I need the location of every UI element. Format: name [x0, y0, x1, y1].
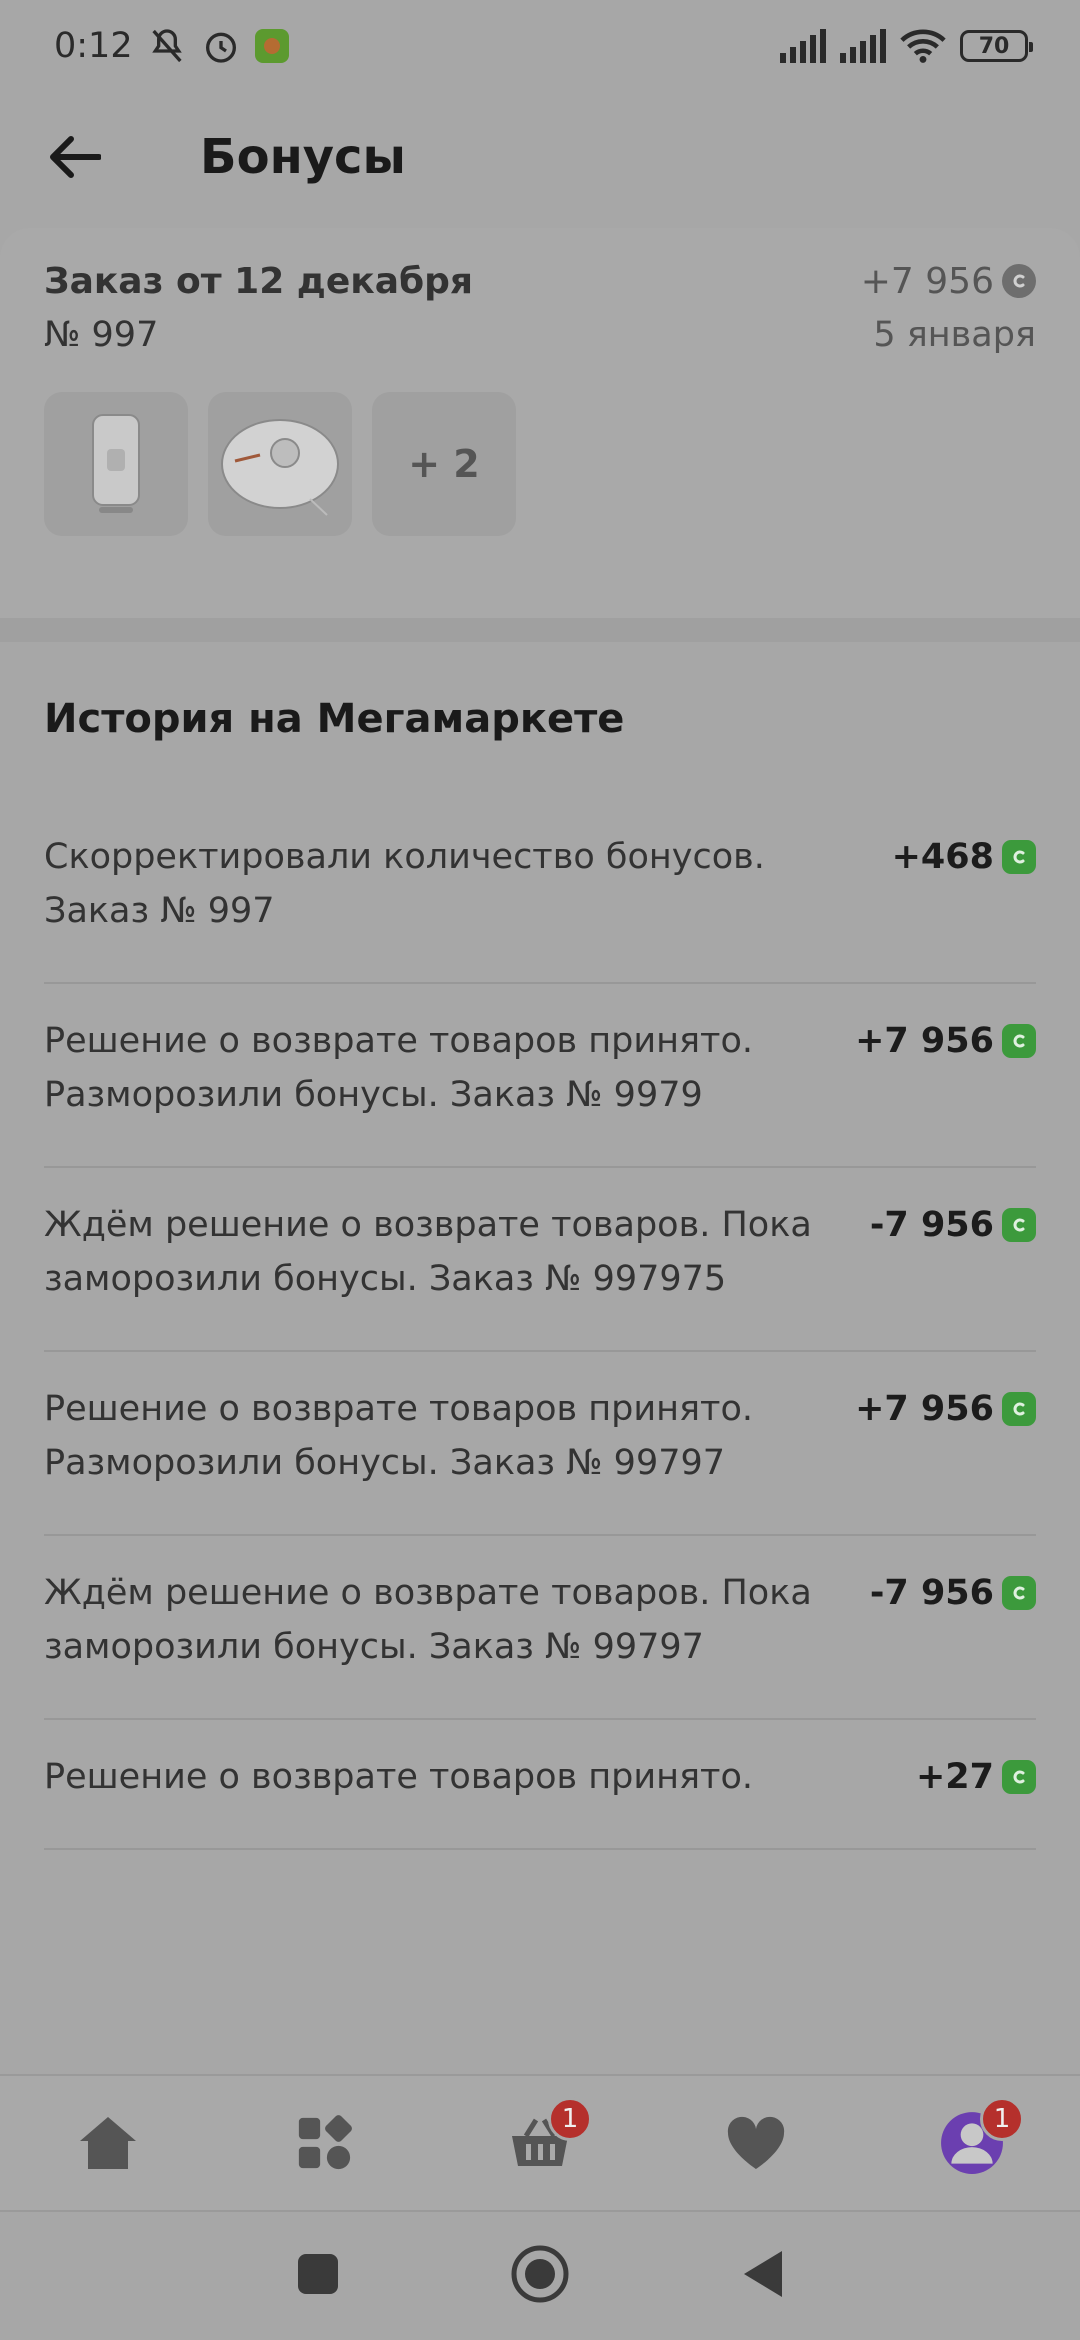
nav-home[interactable] — [48, 2093, 168, 2193]
history-item[interactable]: Решение о возврате товаров принято. +27 — [44, 1720, 1036, 1850]
history-item[interactable]: Ждём решение о возврате товаров. Пока за… — [44, 1168, 1036, 1352]
history-item-amount-value: -7 956 — [869, 1205, 994, 1245]
order-date: 5 января — [873, 315, 1036, 355]
status-right: 70 — [780, 28, 1033, 64]
history-item-amount: -7 956 — [870, 1566, 1036, 1674]
home-system-button[interactable] — [510, 2244, 570, 2308]
back-system-button[interactable] — [740, 2249, 784, 2303]
profile-badge: 1 — [980, 2097, 1024, 2141]
bonus-coin-icon — [1002, 1576, 1036, 1610]
history-item-amount: +27 — [916, 1750, 1036, 1804]
product-thumbnail-humidifier[interactable] — [44, 392, 188, 536]
triangle-back-icon — [744, 2251, 782, 2297]
bonus-coin-icon — [1002, 840, 1036, 874]
order-number: № 997 — [44, 315, 159, 355]
order-header-row: Заказ от 12 декабря +7 956 — [44, 256, 1036, 306]
battery-indicator: 70 — [960, 30, 1033, 62]
humidifier-icon — [92, 414, 140, 513]
home-icon — [80, 2117, 136, 2169]
nav-cart[interactable]: 1 — [480, 2093, 600, 2193]
product-thumbnail-robot-vacuum[interactable] — [208, 392, 352, 536]
history-item-amount-value: +468 — [891, 837, 994, 877]
robot-vacuum-icon — [221, 419, 339, 516]
history-item-text: Решение о возврате товаров принято. Разм… — [44, 1021, 753, 1115]
app-header: Бонусы — [0, 92, 1080, 222]
history-item[interactable]: Скорректировали количество бонусов. Зака… — [44, 800, 1036, 984]
bonus-coin-icon — [1002, 1024, 1036, 1058]
circle-icon — [511, 2245, 569, 2303]
history-item[interactable]: Ждём решение о возврате товаров. Пока за… — [44, 1536, 1036, 1720]
order-meta-row: № 997 5 января — [44, 308, 1036, 362]
bottom-nav: 1 1 — [0, 2074, 1080, 2210]
history-item-amount: +7 956 — [855, 1382, 1036, 1490]
history-item[interactable]: Решение о возврате товаров принято. Разм… — [44, 1352, 1036, 1536]
cart-badge: 1 — [548, 2097, 592, 2141]
heart-icon — [727, 2116, 785, 2169]
alarm-icon — [201, 26, 241, 66]
history-item[interactable]: Решение о возврате товаров принято. Разм… — [44, 984, 1036, 1168]
signal-2-icon — [840, 29, 886, 63]
bonus-coin-icon — [1002, 264, 1036, 298]
status-left: 0:12 — [54, 26, 289, 66]
recent-apps-button[interactable] — [296, 2252, 340, 2300]
history-item-text: Решение о возврате товаров принято. — [44, 1757, 753, 1797]
order-title: Заказ от 12 декабря — [44, 260, 474, 302]
history-item-amount-value: -7 956 — [869, 1573, 994, 1613]
wifi-icon — [900, 28, 946, 64]
history-item-amount: +7 956 — [855, 1014, 1036, 1122]
order-amount: +7 956 — [861, 261, 1036, 302]
history-item-amount-value: +27 — [915, 1757, 994, 1797]
more-products-counter[interactable]: + 2 — [372, 392, 516, 536]
square-icon — [298, 2254, 338, 2294]
history-item-text: Ждём решение о возврате товаров. Пока за… — [44, 1205, 812, 1299]
status-time: 0:12 — [54, 26, 133, 66]
catalog-icon — [298, 2115, 352, 2170]
history-list: Скорректировали количество бонусов. Зака… — [44, 800, 1036, 1850]
nav-profile[interactable]: 1 — [912, 2093, 1032, 2193]
history-title: История на Мегамаркете — [44, 696, 625, 742]
bonus-coin-icon — [1002, 1392, 1036, 1426]
history-item-amount: +468 — [892, 830, 1036, 938]
page-title: Бонусы — [200, 129, 406, 185]
order-card[interactable]: Заказ от 12 декабря +7 956 № 997 5 январ… — [0, 228, 1080, 618]
nav-favorites[interactable] — [696, 2093, 816, 2193]
history-item-amount-value: +7 956 — [855, 1389, 994, 1429]
mute-notifications-icon — [147, 26, 187, 66]
app-notification-icon — [254, 29, 289, 63]
history-item-text: Ждём решение о возврате товаров. Пока за… — [44, 1573, 812, 1667]
history-item-text: Решение о возврате товаров принято. Разм… — [44, 1389, 753, 1483]
status-bar: 0:12 70 — [0, 0, 1080, 92]
order-amount-value: +7 956 — [860, 260, 994, 302]
order-thumbnails: + 2 — [44, 392, 1036, 536]
history-item-amount-value: +7 956 — [855, 1021, 994, 1061]
arrow-left-icon — [50, 136, 101, 178]
history-item-amount: -7 956 — [870, 1198, 1036, 1306]
bonus-coin-icon — [1002, 1760, 1036, 1794]
history-item-text: Скорректировали количество бонусов. Зака… — [44, 837, 765, 931]
system-nav-bar — [0, 2210, 1080, 2340]
section-divider — [0, 618, 1080, 642]
back-button[interactable] — [30, 112, 120, 202]
nav-catalog[interactable] — [264, 2093, 384, 2193]
bonus-coin-icon — [1002, 1208, 1036, 1242]
signal-icon — [780, 29, 826, 63]
